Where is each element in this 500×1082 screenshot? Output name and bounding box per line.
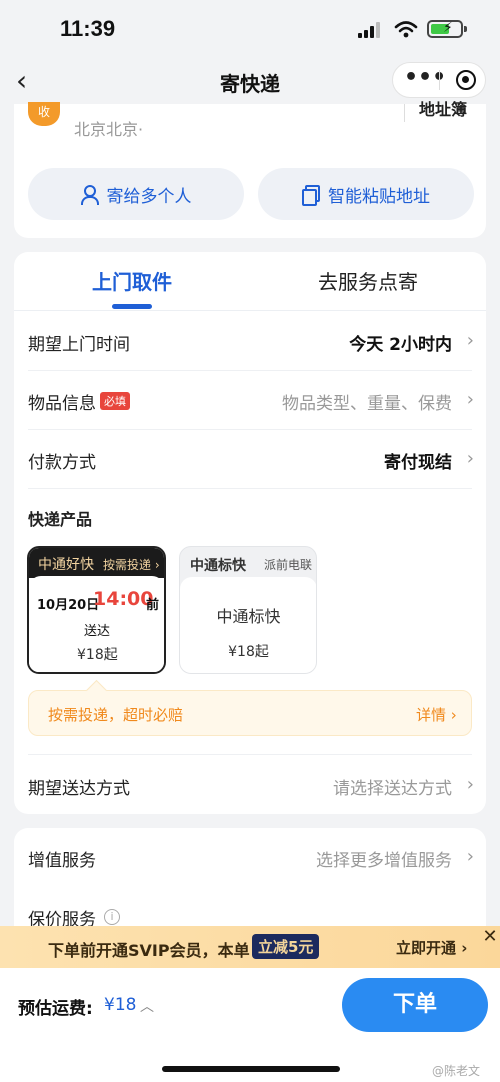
promo-text: 按需投递，超时必赔 [48,706,184,724]
chevron-right-icon[interactable]: › [467,330,474,351]
row-divider [28,754,472,755]
send-to-multiple-label: 寄给多个人 [106,186,192,207]
required-badge: 必填 [100,392,130,410]
item-info-label: 物品信息 [28,394,96,414]
item-info-placeholder[interactable]: 物品类型、重量、保费 [282,389,452,414]
product-price: ¥18起 [228,644,269,660]
smart-paste-address-button[interactable]: 智能粘贴地址 [258,168,474,220]
close-icon[interactable]: ✕ [480,928,500,948]
product-title: 中通标快 [216,607,281,626]
send-to-multiple-button[interactable]: 寄给多个人 [28,168,244,220]
wifi-icon [394,21,418,38]
chevron-right-icon[interactable]: › [467,774,474,795]
estimated-fee-label: 预估运费: [18,999,93,1019]
smart-paste-label: 智能粘贴地址 [328,186,430,207]
promo-detail-link[interactable]: 详情 › [416,704,457,725]
delivery-suffix: 送达 [84,624,111,639]
svip-open-button[interactable]: 立即开通 › [396,937,467,958]
pickup-time-value[interactable]: 今天 2小时内 [349,330,452,355]
product-name: 中通标快 [190,558,246,574]
row-divider [28,429,472,430]
more-icon[interactable]: ••• [404,64,446,94]
chevron-right-icon[interactable]: › [467,389,474,410]
cellular-signal-icon [358,22,384,38]
payment-method-label: 付款方式 [28,453,96,473]
tab-service-point[interactable]: 去服务点寄 [296,266,440,295]
delivery-method-label: 期望送达方式 [28,779,130,799]
battery-icon: ⚡ [427,20,463,38]
product-price: ¥18起 [77,647,118,663]
person-add-icon [80,185,99,205]
delivery-time: 14:00 [93,588,154,610]
product-name: 中通好快 [38,557,94,573]
tab-divider [14,310,486,311]
product-tag[interactable]: 按需投递 › [103,556,160,573]
value-added-label: 增值服务 [28,851,96,871]
estimated-fee-value[interactable]: ¥18 [104,995,136,1015]
delivery-method-placeholder[interactable]: 请选择送达方式 [333,774,452,799]
info-icon[interactable]: i [104,909,120,925]
delivery-before: 前 [146,598,160,613]
svip-discount-badge: 立减5元 [252,934,320,959]
receiver-badge: 收 [28,102,60,126]
payment-method-value[interactable]: 寄付现结 [384,448,452,473]
receiver-address[interactable]: 北京北京· [74,116,143,140]
express-products-title: 快递产品 [28,510,93,529]
battery-cap [464,26,467,32]
product-card-zto-fast[interactable]: 中通好快 按需投递 › 10月20日 14:00 前 送达 ¥18起 [27,546,166,674]
row-divider [28,488,472,489]
chevron-up-icon[interactable]: ︿ [140,996,154,1016]
copy-icon [302,185,320,206]
row-divider [28,370,472,371]
delivery-date: 10月20日 [37,598,100,613]
place-order-button[interactable]: 下单 [342,978,488,1032]
tab-door-pickup[interactable]: 上门取件 [60,266,204,295]
svip-text: 下单前开通SVIP会员，本单 [48,941,250,960]
pickup-time-label: 期望上门时间 [28,335,130,355]
chevron-right-icon[interactable]: › [467,846,474,867]
product-tag: 派前电联 [264,558,313,572]
close-target-icon[interactable] [456,70,476,90]
capsule-divider [439,70,440,90]
product-card-zto-standard[interactable]: 中通标快 派前电联 中通标快 ¥18起 [179,546,317,674]
status-time: 11:39 [60,16,116,41]
back-icon[interactable]: ‹ [16,66,40,96]
watermark: @陈老文 [432,1064,481,1078]
address-book-link[interactable]: 地址簿 [404,102,467,122]
active-tab-indicator [112,304,152,309]
chevron-right-icon[interactable]: › [467,448,474,469]
value-added-placeholder[interactable]: 选择更多增值服务 [316,846,452,871]
home-indicator [162,1066,340,1072]
